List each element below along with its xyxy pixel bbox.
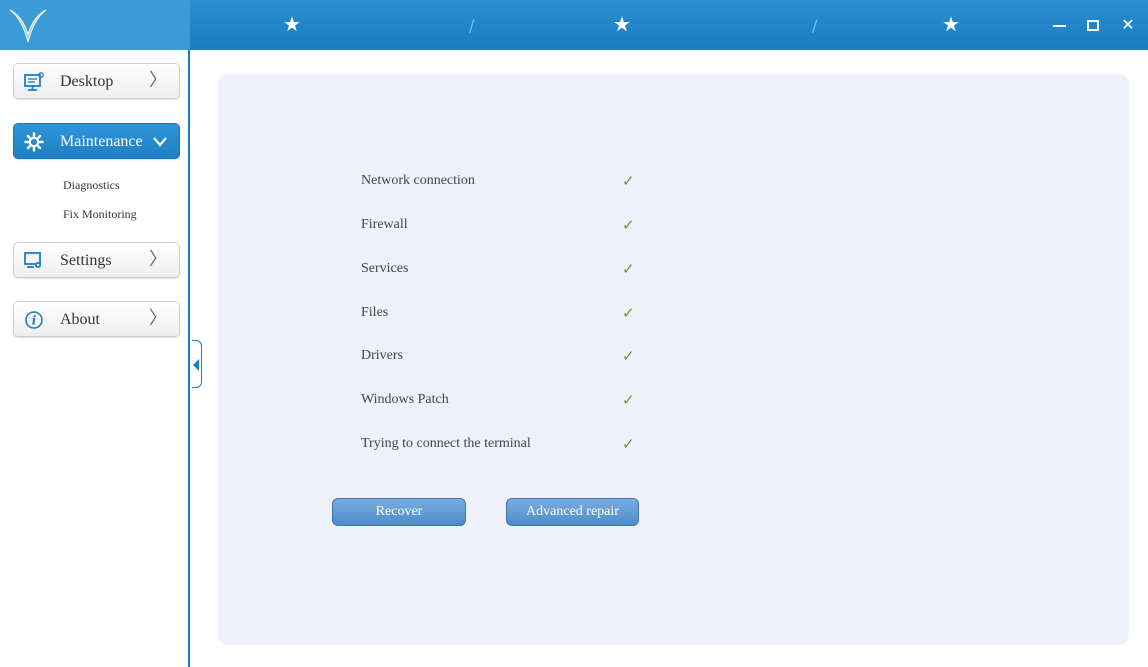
minimize-icon <box>1052 24 1066 27</box>
sidebar-item-label: About <box>60 311 100 328</box>
diagnostics-panel: Network connection ✓ Firewall ✓ Services… <box>218 74 1129 645</box>
close-icon: ✕ <box>1121 15 1135 34</box>
checkmark-icon: ✓ <box>622 172 635 190</box>
checkmark-icon: ✓ <box>622 391 635 409</box>
check-row: Services ✓ <box>361 258 661 280</box>
slash-decoration: / <box>469 16 475 35</box>
desktop-icon <box>24 72 44 91</box>
sidebar-collapse-handle[interactable] <box>192 340 202 388</box>
check-label: Services <box>361 261 409 276</box>
check-row: Drivers ✓ <box>361 345 661 367</box>
minimize-button[interactable] <box>1047 13 1071 37</box>
svg-text:i: i <box>32 314 37 328</box>
slash-decoration: / <box>812 16 818 35</box>
sidebar-item-maintenance[interactable]: Maintenance <box>13 123 180 159</box>
chevron-down-icon <box>153 137 167 147</box>
check-label: Windows Patch <box>361 392 449 407</box>
advanced-repair-button[interactable]: Advanced repair <box>506 498 639 526</box>
checkmark-icon: ✓ <box>622 216 635 234</box>
info-icon: i <box>25 311 43 329</box>
check-label: Network connection <box>361 173 475 188</box>
checkmark-icon: ✓ <box>622 260 635 278</box>
logo-icon <box>9 9 47 43</box>
sidebar-item-label: Maintenance <box>60 133 143 150</box>
submenu-item-diagnostics[interactable]: Diagnostics <box>63 178 120 192</box>
check-label: Drivers <box>361 348 403 363</box>
sidebar-item-desktop[interactable]: Desktop 〉 <box>13 63 180 99</box>
check-label: Trying to connect the terminal <box>361 436 531 451</box>
sidebar-item-about[interactable]: i About 〉 <box>13 301 180 337</box>
sidebar-item-settings[interactable]: Settings 〉 <box>13 242 180 278</box>
check-row: Files ✓ <box>361 302 661 324</box>
chevron-right-icon: 〉 <box>149 249 167 270</box>
checkmark-icon: ✓ <box>622 304 635 322</box>
chevron-right-icon: 〉 <box>149 308 167 329</box>
star-icon: ★ <box>942 12 960 36</box>
sidebar: Desktop 〉 Maintenance Diagnostics Fix Mo… <box>0 50 190 667</box>
check-row: Trying to connect the terminal ✓ <box>361 433 661 455</box>
sidebar-item-label: Settings <box>60 252 112 269</box>
title-bar: ★ / ★ / ★ ✕ <box>0 0 1148 50</box>
checkmark-icon: ✓ <box>622 347 635 365</box>
sidebar-item-label: Desktop <box>60 73 114 90</box>
close-button[interactable]: ✕ <box>1116 13 1140 37</box>
check-row: Windows Patch ✓ <box>361 389 661 411</box>
star-icon: ★ <box>283 12 301 36</box>
recover-button[interactable]: Recover <box>332 498 466 526</box>
check-label: Firewall <box>361 217 408 232</box>
app-logo <box>0 0 190 50</box>
check-label: Files <box>361 305 389 320</box>
chevron-right-icon: 〉 <box>149 70 167 91</box>
check-row: Firewall ✓ <box>361 214 661 236</box>
checkmark-icon: ✓ <box>622 435 635 453</box>
maximize-icon <box>1087 20 1099 31</box>
star-icon: ★ <box>613 12 631 36</box>
gear-icon <box>24 132 44 152</box>
settings-monitor-icon <box>24 252 41 268</box>
submenu-item-fix-monitoring[interactable]: Fix Monitoring <box>63 207 137 221</box>
maximize-button[interactable] <box>1081 13 1105 37</box>
check-row: Network connection ✓ <box>361 170 661 192</box>
